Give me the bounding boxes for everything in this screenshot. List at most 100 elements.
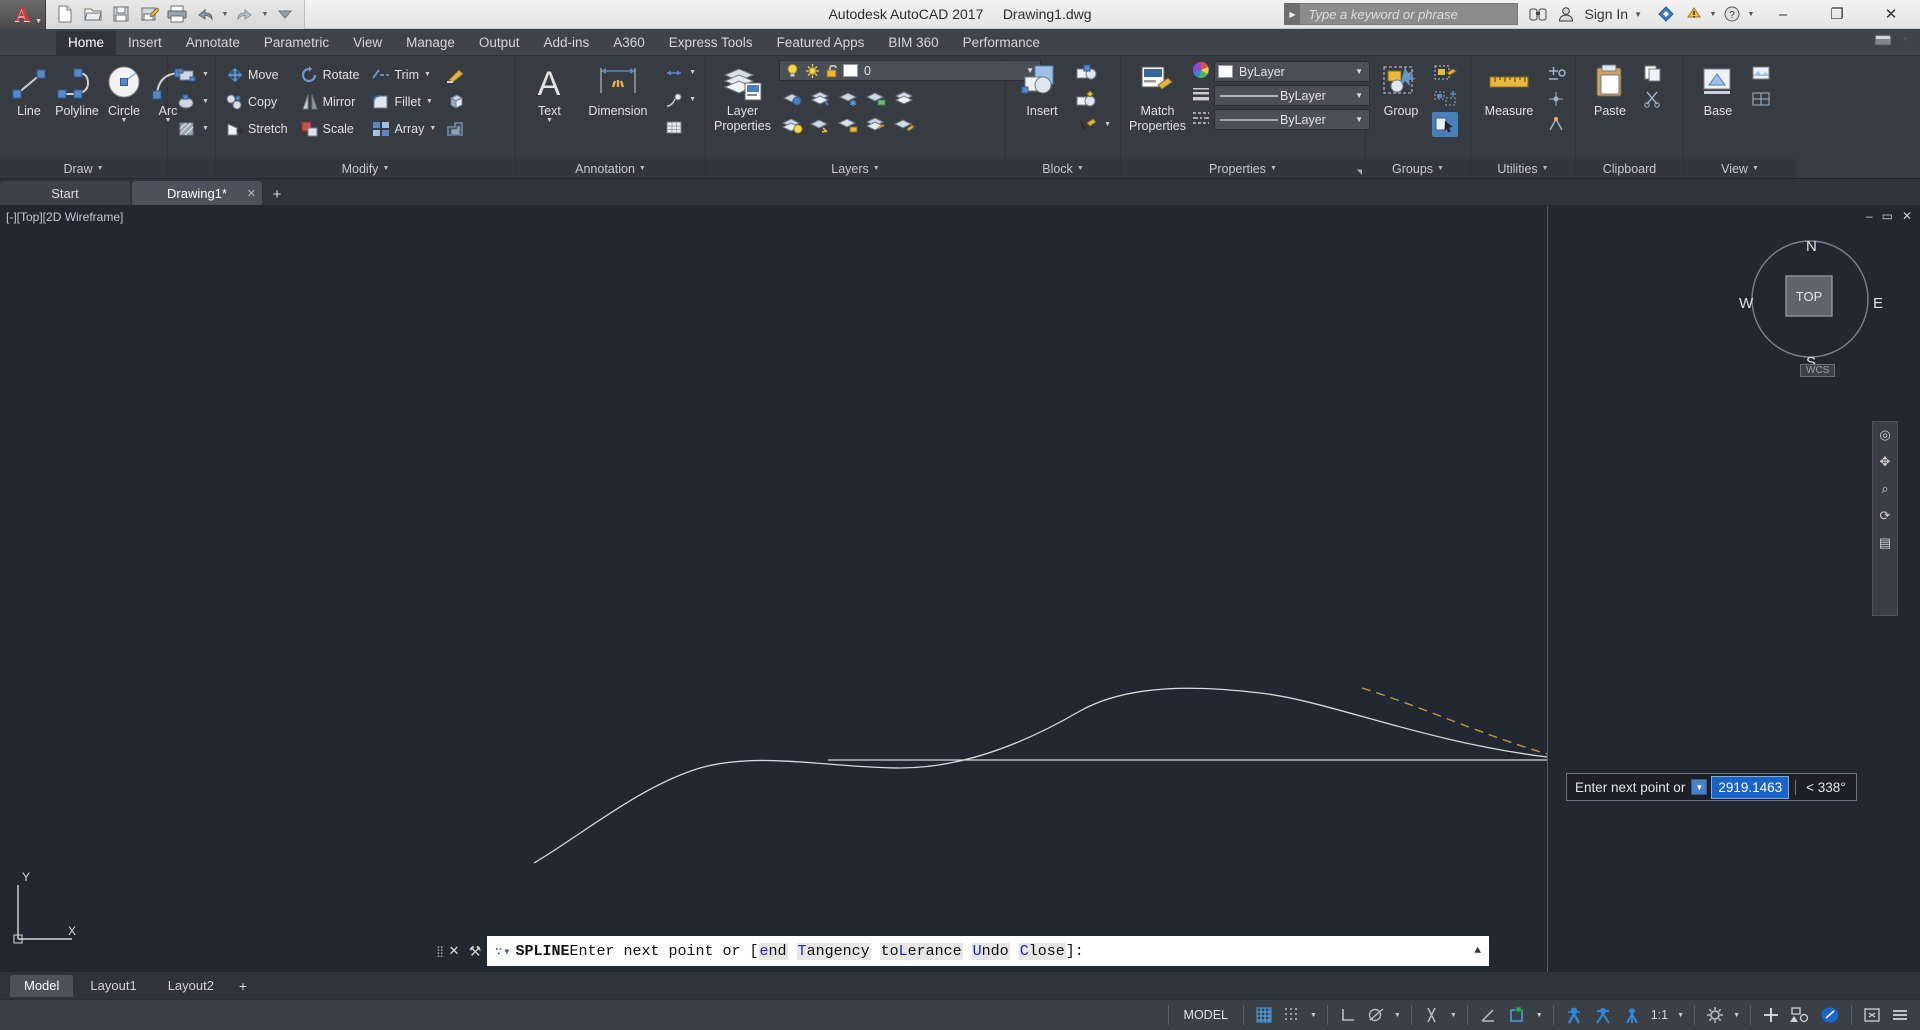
id-point-icon[interactable]	[1543, 112, 1569, 137]
command-line-close-icon[interactable]: ✕	[445, 943, 463, 959]
transparency-toggle[interactable]	[1588, 1003, 1618, 1027]
layer-merge-icon[interactable]	[863, 112, 889, 137]
close-icon[interactable]: ✕	[247, 187, 256, 200]
panel-draw-title[interactable]: Draw ▼	[0, 159, 167, 178]
layer-off-icon[interactable]	[807, 85, 833, 110]
lightbulb-icon[interactable]	[783, 61, 803, 80]
layout-tab-layout1[interactable]: Layout1	[76, 975, 150, 997]
insert-block-button[interactable]: Insert	[1012, 60, 1072, 118]
undo-icon[interactable]	[192, 2, 218, 26]
paste-button[interactable]: Paste	[1582, 60, 1638, 118]
ortho-mode-toggle[interactable]	[1334, 1003, 1362, 1027]
dim-linear-button[interactable]: ▼	[661, 60, 699, 85]
measure-button[interactable]: Measure	[1477, 60, 1541, 118]
layer-match-icon[interactable]	[891, 112, 917, 137]
sign-in-button[interactable]: Sign In	[1580, 6, 1632, 22]
quick-calculator-icon[interactable]	[1543, 60, 1569, 85]
polar-dropdown-icon[interactable]: ▼	[1390, 1012, 1405, 1019]
isolate-objects-toggle[interactable]	[1815, 1003, 1845, 1027]
chevron-down-icon[interactable]: ▼	[202, 71, 209, 78]
command-keyword-undo[interactable]: Undo	[971, 942, 1010, 960]
sun-freeze-icon[interactable]	[803, 61, 823, 80]
tab-a360[interactable]: A360	[601, 31, 657, 55]
line-tool-button[interactable]: Line	[6, 60, 52, 118]
customize-qat-icon[interactable]	[272, 2, 298, 26]
new-file-tab-button[interactable]: +	[264, 183, 290, 205]
search-input[interactable]	[1300, 3, 1519, 25]
tab-annotate[interactable]: Annotate	[174, 31, 252, 55]
layer-properties-button[interactable]: Layer Properties	[712, 60, 773, 133]
workspace-dropdown-icon[interactable]: ▼	[1729, 1012, 1744, 1019]
linetype-icon[interactable]	[1192, 109, 1210, 130]
polar-tracking-toggle[interactable]	[1362, 1003, 1390, 1027]
wcs-indicator[interactable]: WCS	[1800, 364, 1836, 377]
dynamic-input-tooltip[interactable]: Enter next point or ▼ 2919.1463 < 338°	[1566, 773, 1857, 801]
cut-clip-icon[interactable]	[1640, 86, 1666, 111]
drawing-canvas[interactable]: [-][Top][2D Wireframe] – ▭ ✕ TOP N S E W…	[0, 206, 1920, 972]
layer-color-swatch[interactable]	[842, 64, 858, 77]
table-tool-button[interactable]	[661, 114, 699, 139]
tab-featured-apps[interactable]: Featured Apps	[765, 31, 877, 55]
isometric-drafting-toggle[interactable]	[1418, 1003, 1446, 1027]
isometric-dropdown-icon[interactable]: ▼	[1446, 1012, 1461, 1019]
chevron-down-icon[interactable]: ▼	[546, 117, 553, 124]
sign-in-dropdown-icon[interactable]: ▼	[1632, 10, 1652, 19]
command-keyword-close[interactable]: Close	[1018, 942, 1066, 960]
color-combo[interactable]: ByLayer ▼	[1213, 61, 1370, 82]
chevron-down-icon[interactable]: ▼	[689, 69, 696, 76]
tab-performance[interactable]: Performance	[951, 31, 1052, 55]
tab-bim360[interactable]: BIM 360	[876, 31, 950, 55]
selection-cycling-toggle[interactable]	[1618, 1003, 1646, 1027]
panel-view-title[interactable]: View ▼	[1684, 159, 1796, 178]
chevron-down-icon[interactable]: ▼	[689, 96, 696, 103]
object-snap-toggle[interactable]	[1502, 1003, 1532, 1027]
chevron-down-icon[interactable]: ▼	[121, 117, 128, 124]
pan-icon[interactable]: ✥	[1880, 454, 1891, 470]
mirror-tool-button[interactable]: Mirror	[297, 89, 363, 114]
group-selection-toggle-icon[interactable]	[1432, 112, 1458, 137]
linetype-combo[interactable]: ByLayer ▼	[1213, 109, 1370, 130]
trim-tool-button[interactable]: Trim ▼	[368, 62, 439, 87]
community-icon[interactable]	[1524, 1, 1552, 27]
orbit-icon[interactable]: ⟳	[1880, 508, 1891, 524]
customization-menu-button[interactable]	[1886, 1003, 1914, 1027]
steering-wheel-icon[interactable]: ◎	[1879, 427, 1890, 443]
file-tab-drawing1[interactable]: Drawing1* ✕	[132, 181, 262, 205]
annotation-scale-value[interactable]: 1:1	[1646, 1003, 1673, 1027]
lineweight-icon[interactable]	[1192, 85, 1210, 106]
panel-properties-title[interactable]: Properties ▼ ◥	[1121, 159, 1365, 178]
layer-freeze-icon[interactable]	[835, 85, 861, 110]
tab-home[interactable]: Home	[56, 31, 117, 55]
explode-tool-button[interactable]	[443, 89, 469, 114]
command-input[interactable]: ∵▾ SPLINE Enter next point or [ end Tang…	[487, 936, 1489, 966]
exchange-apps-icon[interactable]	[1652, 1, 1680, 27]
panel-utilities-title[interactable]: Utilities ▼	[1471, 159, 1575, 178]
scale-tool-button[interactable]: Scale	[297, 116, 363, 141]
hatch-tool-button[interactable]: ▼	[174, 116, 212, 141]
layout-tab-layout2[interactable]: Layout2	[154, 975, 228, 997]
create-block-icon[interactable]	[1074, 60, 1100, 85]
layer-isolate-icon[interactable]	[779, 85, 805, 110]
color-wheel-icon[interactable]	[1192, 61, 1210, 82]
command-line-grip[interactable]: ⣿	[435, 936, 445, 966]
match-properties-button[interactable]: Match Properties	[1127, 60, 1188, 133]
snap-dropdown-icon[interactable]: ▼	[1306, 1012, 1321, 1019]
tab-output[interactable]: Output	[467, 31, 532, 55]
point-style-icon[interactable]	[1543, 86, 1569, 111]
redo-dropdown-icon[interactable]: ▼	[260, 11, 270, 18]
chevron-down-icon[interactable]: ▼	[202, 98, 209, 105]
undo-dropdown-icon[interactable]: ▼	[220, 11, 230, 18]
ungroup-icon[interactable]	[1432, 86, 1458, 111]
help-dropdown-icon[interactable]: ▼	[1746, 11, 1756, 18]
panel-properties-expand-icon[interactable]: ◥	[1357, 168, 1362, 176]
command-keyword-tangency[interactable]: Tangency	[796, 942, 871, 960]
command-keyword-tolerance[interactable]: toLerance	[879, 942, 963, 960]
polyline-tool-button[interactable]: Polyline	[52, 60, 102, 118]
rotate-tool-button[interactable]: Rotate	[297, 62, 363, 87]
lineweight-combo[interactable]: ByLayer ▼	[1213, 85, 1370, 106]
layer-thaw-all-icon[interactable]	[807, 112, 833, 137]
leader-tool-button[interactable]: ▼	[661, 87, 699, 112]
panel-modify-title[interactable]: Modify ▼	[216, 159, 515, 178]
save-as-icon[interactable]	[136, 2, 162, 26]
clean-screen-toggle[interactable]	[1858, 1003, 1886, 1027]
